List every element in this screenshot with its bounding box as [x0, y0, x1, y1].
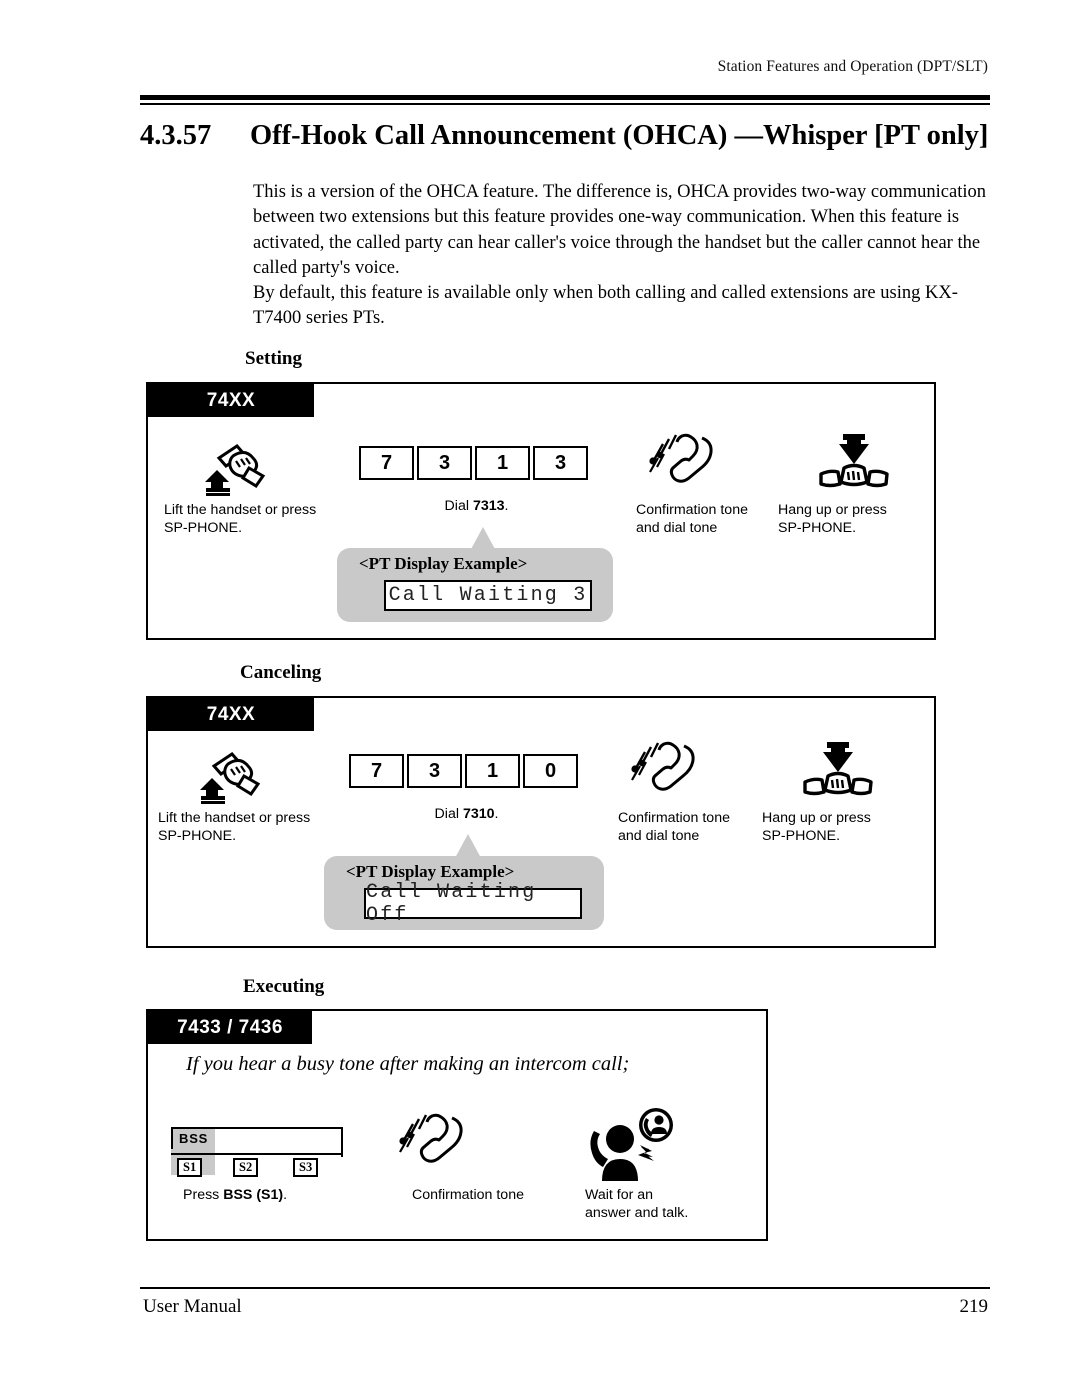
- step-caption-confirmation-tone: Confirmation tone and dial tone: [618, 810, 730, 844]
- softkey-s1: S1: [177, 1158, 203, 1177]
- dial-caption-suffix: .: [504, 498, 509, 514]
- code-tab-setting: 74XX: [148, 384, 314, 417]
- section-heading: Off-Hook Call Announcement (OHCA) —Whisp…: [250, 120, 989, 151]
- dial-key: 7: [359, 446, 414, 480]
- executing-note: If you hear a busy tone after making an …: [186, 1053, 630, 1075]
- lift-handset-icon: [203, 440, 271, 496]
- dial-key: 3: [533, 446, 588, 480]
- confirmation-tone-icon: [626, 734, 704, 806]
- code-tab-executing: 7433 / 7436: [148, 1011, 312, 1044]
- paragraph-2: By default, this feature is available on…: [253, 283, 958, 329]
- softkey-s3: S3: [293, 1158, 319, 1177]
- dial-key: 1: [475, 446, 530, 480]
- bss-softkey-icon: BSS S1 S2 S3: [171, 1127, 351, 1179]
- step-caption-lift-handset: Lift the handset or press SP-PHONE.: [164, 502, 317, 536]
- callout-title: <PT Display Example>: [359, 554, 528, 573]
- press-code: BSS (S1): [223, 1187, 284, 1203]
- dial-key: 3: [417, 446, 472, 480]
- bss-label: BSS: [179, 1131, 209, 1146]
- pt-display-lcd: Call Waiting Off: [364, 881, 582, 927]
- page-number: 219: [959, 1296, 989, 1317]
- dial-caption-prefix: Dial: [434, 806, 463, 822]
- bss-mid-line: [171, 1153, 343, 1156]
- step-caption-hang-up: Hang up or press SP-PHONE.: [762, 810, 871, 844]
- diagram-setting: 74XX Lift the handset or press SP-PHONE.…: [146, 382, 936, 640]
- callout-pointer: [455, 834, 481, 858]
- section-number: 4.3.57: [140, 120, 212, 151]
- dial-caption-prefix: Dial: [444, 498, 473, 514]
- pt-display-callout-canceling: <PT Display Example> Call Waiting Off: [324, 856, 604, 930]
- dial-key: 7: [349, 754, 404, 788]
- paragraph-1: This is a version of the OHCA feature. T…: [253, 182, 986, 278]
- step-caption-hang-up: Hang up or press SP-PHONE.: [778, 502, 887, 536]
- footer-rule: [140, 1287, 990, 1289]
- dial-caption-code: 7313: [472, 498, 505, 514]
- lift-handset-icon: [198, 748, 266, 804]
- bss-top-line: [171, 1127, 343, 1130]
- diagram-label-setting: Setting: [245, 348, 302, 369]
- header-rule-thin: [140, 103, 990, 105]
- diagram-canceling: 74XX Lift the handset or press SP-PHONE.…: [146, 696, 936, 948]
- header-rule-thick: [140, 95, 990, 100]
- dial-caption-suffix: .: [494, 806, 499, 822]
- code-tab-canceling: 74XX: [148, 698, 314, 731]
- dial-caption-code: 7310: [462, 806, 495, 822]
- step-caption-lift-handset: Lift the handset or press SP-PHONE.: [158, 810, 311, 844]
- softkey-s2: S2: [233, 1158, 259, 1177]
- body-text: This is a version of the OHCA feature. T…: [253, 180, 995, 332]
- dial-caption-setting: Dial 7313.: [359, 498, 594, 514]
- callout-title: <PT Display Example>: [346, 862, 515, 881]
- diagram-label-executing: Executing: [243, 976, 325, 997]
- step-caption-confirmation-tone: Confirmation tone and dial tone: [636, 502, 748, 536]
- footer-label: User Manual: [143, 1296, 242, 1317]
- page-title: 4.3.57 Off-Hook Call Announcement (OHCA) …: [140, 120, 995, 152]
- confirmation-tone-icon: [394, 1103, 472, 1181]
- step-caption-confirmation-tone: Confirmation tone: [412, 1187, 524, 1203]
- diagram-executing: 7433 / 7436 If you hear a busy tone afte…: [146, 1009, 768, 1241]
- diagram-label-canceling: Canceling: [240, 662, 322, 683]
- document-page: Station Features and Operation (DPT/SLT)…: [0, 0, 1080, 1397]
- hang-up-icon: [813, 432, 895, 494]
- step-caption-wait-answer: Wait for an answer and talk.: [585, 1187, 689, 1221]
- hang-up-icon: [797, 740, 879, 802]
- press-suffix: .: [283, 1187, 288, 1203]
- dial-key: 3: [407, 754, 462, 788]
- pt-display-callout-setting: <PT Display Example> Call Waiting 3: [337, 548, 613, 622]
- confirmation-tone-icon: [644, 426, 722, 498]
- wait-answer-talk-icon: [580, 1103, 676, 1185]
- press-prefix: Press: [183, 1187, 224, 1203]
- dial-keys-setting: 7 3 1 3: [359, 446, 588, 480]
- pt-display-lcd: Call Waiting 3: [384, 580, 592, 611]
- bss-left-cap: [171, 1127, 174, 1149]
- dial-caption-canceling: Dial 7310.: [349, 806, 584, 822]
- dial-keys-canceling: 7 3 1 0: [349, 754, 578, 788]
- step-caption-press-bss: Press BSS (S1).: [183, 1187, 363, 1205]
- dial-key: 0: [523, 754, 578, 788]
- dial-key: 1: [465, 754, 520, 788]
- running-head: Station Features and Operation (DPT/SLT): [717, 58, 988, 75]
